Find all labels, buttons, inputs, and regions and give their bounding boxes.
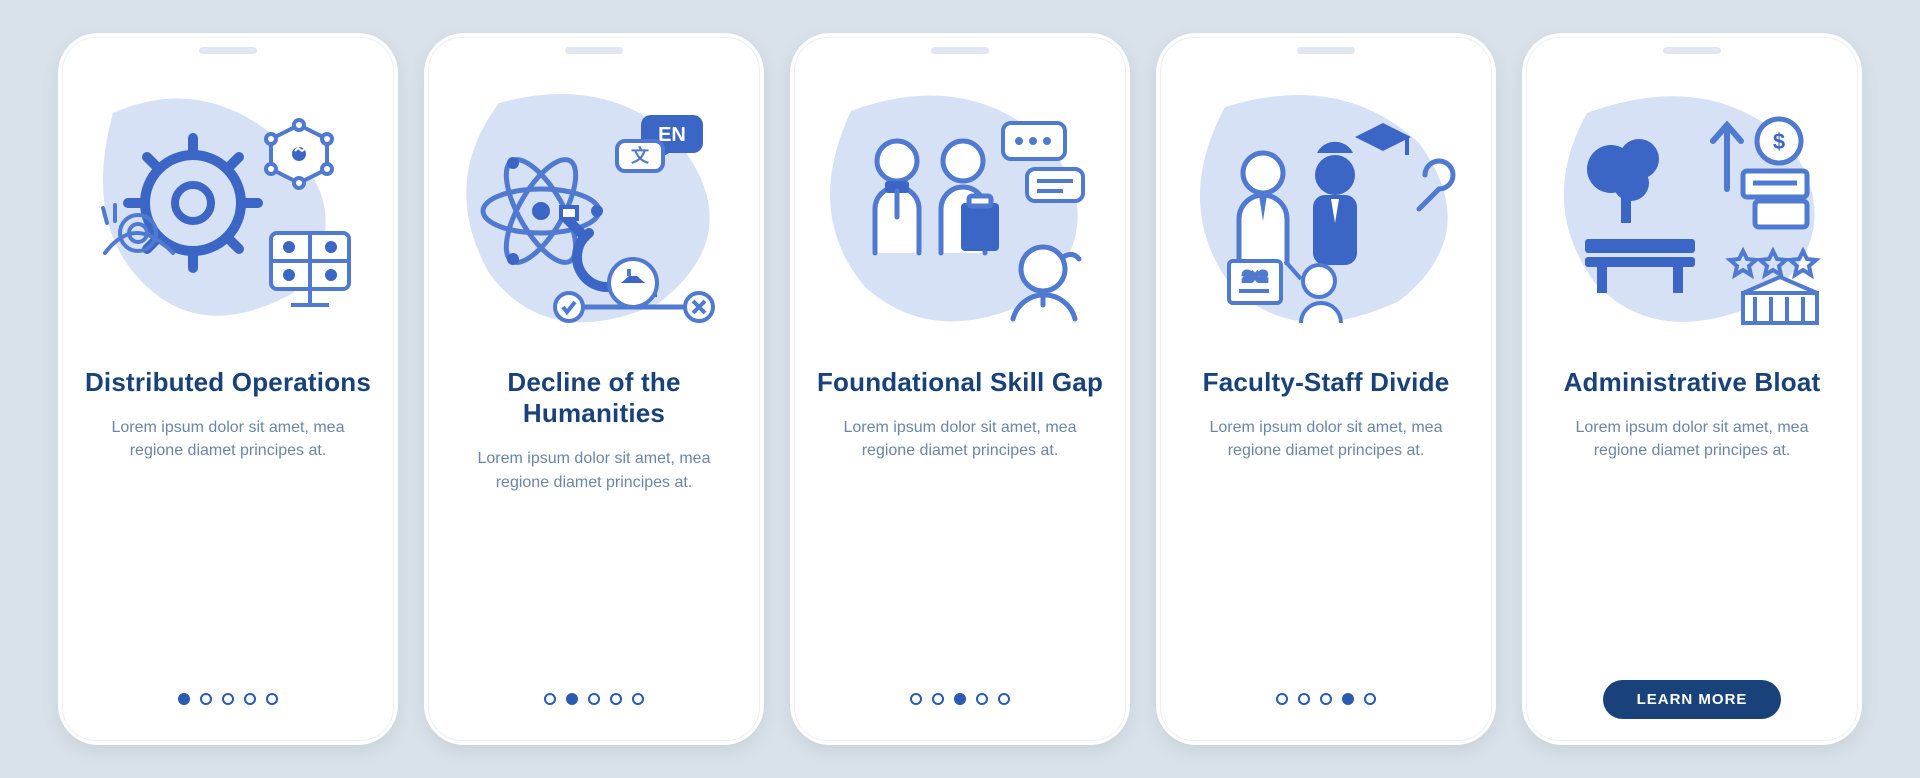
onboarding-card-3: Foundational Skill Gap Lorem ipsum dolor… [790,33,1130,745]
page-indicator[interactable] [1276,693,1376,705]
phone-speaker [565,47,623,54]
onboarding-card-1: Distributed Operations Lorem ipsum dolor… [58,33,398,745]
onboarding-card-4: 2×2 Faculty-Staff Divide Lorem ipsum dol… [1156,33,1496,745]
slide-desc: Lorem ipsum dolor sit amet, mea regione … [1180,416,1472,462]
svg-text:$: $ [1773,129,1785,154]
page-dot-3[interactable] [588,693,600,705]
phone-speaker [1297,47,1355,54]
learn-more-button[interactable]: LEARN MORE [1603,680,1782,719]
page-dot-1[interactable] [544,693,556,705]
slide-title: Faculty-Staff Divide [1203,367,1450,398]
slide-title: Foundational Skill Gap [817,367,1103,398]
faculty-staff-icon: 2×2 [1181,83,1471,341]
page-dot-1[interactable] [178,693,190,705]
admin-bloat-icon: $ [1547,83,1837,341]
page-dot-4[interactable] [976,693,988,705]
distributed-operations-icon [83,83,373,341]
skill-gap-icon [815,83,1105,341]
page-dot-3[interactable] [222,693,234,705]
page-indicator[interactable] [544,693,644,705]
phone-speaker [199,47,257,54]
page-dot-5[interactable] [998,693,1010,705]
page-dot-5[interactable] [266,693,278,705]
slide-title: Distributed Operations [85,367,371,398]
slide-title: Administrative Bloat [1564,367,1821,398]
decline-humanities-icon: EN 文 [449,83,739,341]
svg-text:文: 文 [631,145,650,166]
phone-speaker [1663,47,1721,54]
slide-desc: Lorem ipsum dolor sit amet, mea regione … [82,416,374,462]
slide-desc: Lorem ipsum dolor sit amet, mea regione … [448,447,740,493]
page-dot-5[interactable] [632,693,644,705]
page-dot-2[interactable] [1298,693,1310,705]
page-dot-2[interactable] [566,693,578,705]
page-dot-2[interactable] [200,693,212,705]
page-dot-2[interactable] [932,693,944,705]
page-dot-3[interactable] [1320,693,1332,705]
page-dot-1[interactable] [1276,693,1288,705]
page-indicator[interactable] [178,693,278,705]
slide-desc: Lorem ipsum dolor sit amet, mea regione … [814,416,1106,462]
onboarding-card-2: EN 文 Decline of the Humanities Lore [424,33,764,745]
page-dot-3[interactable] [954,693,966,705]
page-dot-5[interactable] [1364,693,1376,705]
page-indicator[interactable] [910,693,1010,705]
slide-title: Decline of the Humanities [448,367,740,429]
phone-speaker [931,47,989,54]
page-dot-4[interactable] [244,693,256,705]
page-dot-4[interactable] [610,693,622,705]
slide-desc: Lorem ipsum dolor sit amet, mea regione … [1546,416,1838,462]
svg-text:2×2: 2×2 [1243,268,1267,284]
page-dot-4[interactable] [1342,693,1354,705]
onboarding-row: Distributed Operations Lorem ipsum dolor… [0,0,1920,778]
page-dot-1[interactable] [910,693,922,705]
onboarding-card-5: $ [1522,33,1862,745]
